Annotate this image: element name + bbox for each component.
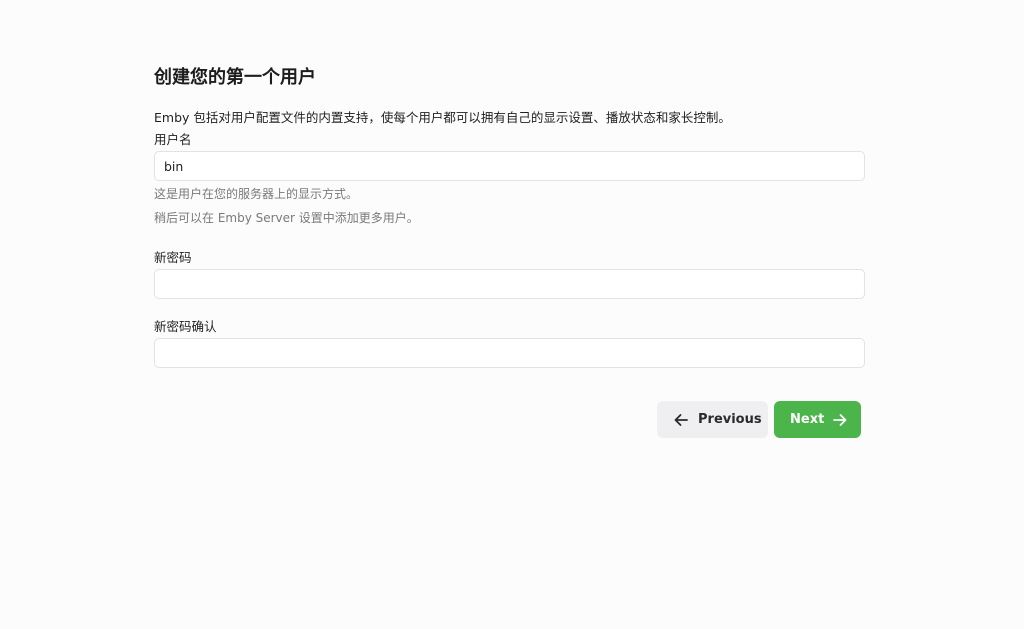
next-button[interactable]: Next [774, 401, 861, 438]
wizard-content: 创建您的第一个用户 Emby 包括对用户配置文件的内置支持，使每个用户都可以拥有… [154, 64, 865, 368]
intro-text: Emby 包括对用户配置文件的内置支持，使每个用户都可以拥有自己的显示设置、播放… [154, 110, 731, 125]
wizard-actions: Previous Next [657, 401, 861, 438]
username-label: 用户名 [154, 132, 192, 147]
add-users-help-text: 稍后可以在 Emby Server 设置中添加更多用户。 [154, 211, 419, 225]
password-confirm-input[interactable] [154, 338, 865, 368]
arrow-left-icon [673, 412, 689, 428]
password-input[interactable] [154, 269, 865, 299]
page-title: 创建您的第一个用户 [154, 67, 316, 88]
username-help-text: 这是用户在您的服务器上的显示方式。 [154, 187, 359, 201]
username-input[interactable] [154, 151, 865, 181]
next-button-label: Next [790, 412, 825, 427]
arrow-right-icon [832, 412, 848, 428]
setup-wizard-page: 创建您的第一个用户 Emby 包括对用户配置文件的内置支持，使每个用户都可以拥有… [0, 0, 1024, 629]
previous-button-label: Previous [698, 412, 762, 427]
password-confirm-field-group: 新密码确认 [154, 318, 865, 368]
password-field-group: 新密码 [154, 249, 865, 299]
password-confirm-label: 新密码确认 [154, 319, 217, 334]
previous-button[interactable]: Previous [657, 401, 768, 438]
username-field-group: 用户名 这是用户在您的服务器上的显示方式。 稍后可以在 Emby Server … [154, 131, 865, 229]
password-label: 新密码 [154, 250, 192, 265]
